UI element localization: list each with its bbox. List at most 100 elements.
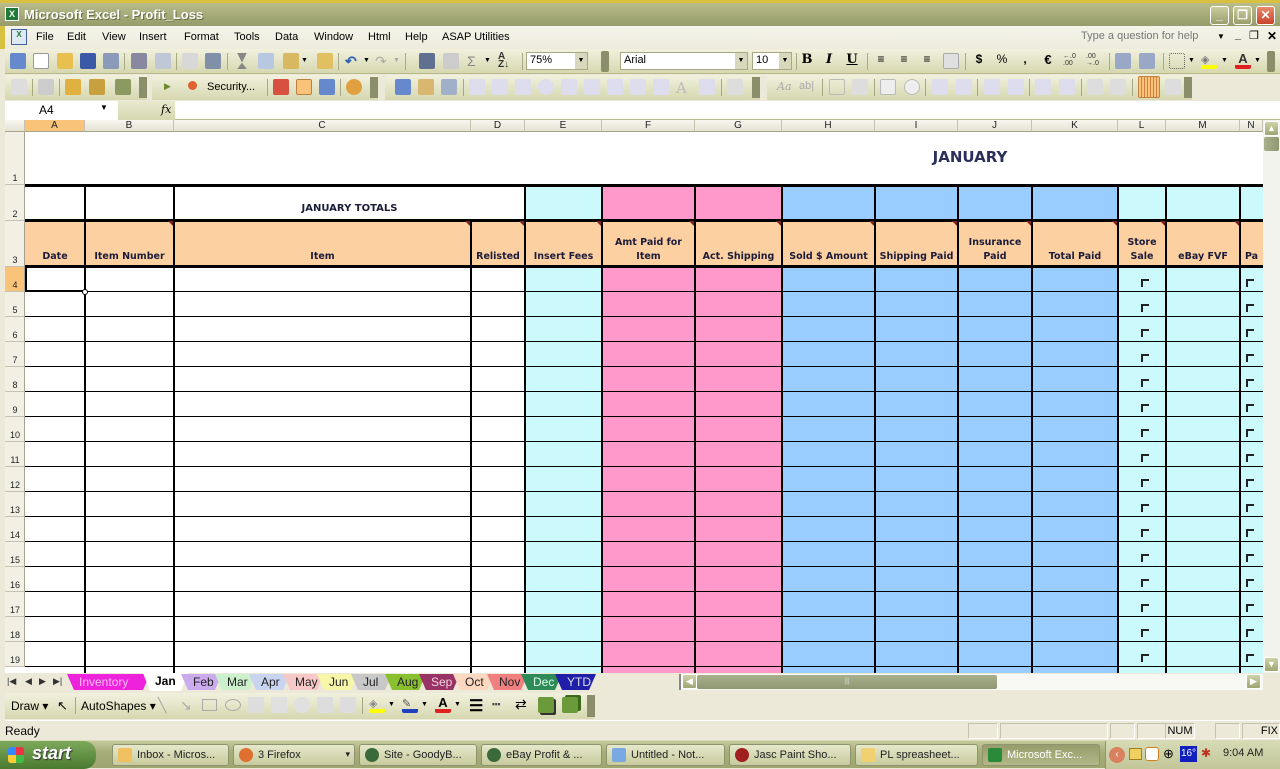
paid-checkbox[interactable] xyxy=(1246,429,1254,437)
sheet-tab-may[interactable]: May xyxy=(283,674,324,690)
menu-data[interactable]: Data xyxy=(275,31,298,43)
sheet-tab-jul[interactable]: Jul xyxy=(351,674,392,690)
prev-sheet-icon[interactable]: ◀ xyxy=(25,676,32,687)
sheet-tab-oct[interactable]: Oct xyxy=(453,674,494,690)
taskbar-item[interactable]: Inbox - Micros... xyxy=(112,744,229,766)
column-header-b[interactable]: B xyxy=(85,120,174,132)
line-icon[interactable]: ╲ xyxy=(158,697,166,714)
spin-button-icon[interactable] xyxy=(630,79,646,95)
euro-button[interactable]: € xyxy=(1039,52,1057,67)
run-dialog-icon[interactable] xyxy=(1165,79,1181,95)
row-header[interactable]: 4 xyxy=(5,267,25,292)
store-sale-checkbox[interactable] xyxy=(1141,504,1149,512)
format-painter-icon[interactable] xyxy=(317,53,333,69)
paid-checkbox[interactable] xyxy=(1246,329,1254,337)
allow-edit-ranges-icon[interactable] xyxy=(115,79,131,95)
oval-icon[interactable] xyxy=(225,699,241,711)
combo-dropdown-edit-icon[interactable] xyxy=(1008,79,1024,95)
share-icon[interactable] xyxy=(38,79,54,95)
selected-cell[interactable] xyxy=(25,266,86,292)
paid-checkbox[interactable] xyxy=(1246,529,1254,537)
insert-function-icon[interactable]: fx xyxy=(161,103,171,116)
wordart-icon[interactable] xyxy=(271,697,287,713)
column-header-g[interactable]: G xyxy=(695,120,782,132)
cut-icon[interactable] xyxy=(237,53,247,69)
totals-cell-h[interactable] xyxy=(782,185,875,221)
sheet-tab-inventory[interactable]: Inventory xyxy=(67,674,150,690)
button-icon[interactable] xyxy=(852,79,868,95)
arrow-icon[interactable]: ↘ xyxy=(180,697,192,714)
bold-button[interactable]: B xyxy=(798,52,816,67)
paid-checkbox[interactable] xyxy=(1246,379,1254,387)
name-box-dropdown-icon[interactable]: ▼ xyxy=(100,103,108,112)
sheet-tab-nov[interactable]: Nov xyxy=(487,674,528,690)
increase-decimal-icon[interactable]: ←.0.00 xyxy=(1063,53,1079,69)
zoom-select[interactable]: 75% ▼ xyxy=(526,52,588,70)
row-header[interactable]: 13 xyxy=(5,492,25,517)
draw-menu[interactable]: Draw ▾ xyxy=(11,699,48,713)
column-header-l[interactable]: L xyxy=(1118,120,1166,132)
arrow-style-icon[interactable]: ⇄ xyxy=(515,696,527,713)
font-select[interactable]: Arial ▼ xyxy=(620,52,748,70)
sort-ascending-icon[interactable]: A Z↓ xyxy=(498,52,514,70)
weather-tray-icon[interactable]: 16° xyxy=(1180,746,1197,762)
copy-icon[interactable] xyxy=(258,53,274,69)
security-button[interactable]: Security... xyxy=(207,81,255,93)
store-sale-checkbox[interactable] xyxy=(1141,329,1149,337)
excel-app-icon[interactable]: X xyxy=(5,7,19,21)
scroll-down-button[interactable]: ▼ xyxy=(1264,657,1279,672)
image-control-icon[interactable] xyxy=(699,79,715,95)
option-button-icon[interactable] xyxy=(904,79,920,95)
sheet-tab-sep[interactable]: Sep xyxy=(419,674,460,690)
doc-restore-button[interactable]: ❐ xyxy=(1249,29,1259,42)
listbox-icon[interactable] xyxy=(561,79,577,95)
menu-format[interactable]: Format xyxy=(184,31,219,43)
first-sheet-icon[interactable]: |◀ xyxy=(7,676,16,687)
vertical-scroll-thumb[interactable] xyxy=(1264,137,1279,151)
euro-converter-icon[interactable] xyxy=(419,53,435,69)
paid-checkbox[interactable] xyxy=(1246,404,1254,412)
taskbar-item[interactable]: Untitled - Not... xyxy=(606,744,725,766)
menu-html[interactable]: Html xyxy=(368,31,391,43)
totals-cell-n[interactable] xyxy=(1240,185,1263,221)
paid-checkbox[interactable] xyxy=(1246,604,1254,612)
toggle-grid-icon[interactable] xyxy=(1138,76,1160,98)
row-header[interactable]: 15 xyxy=(5,542,25,567)
comment-indicator[interactable] xyxy=(1234,221,1239,226)
comma-button[interactable]: , xyxy=(1016,52,1034,66)
comment-indicator[interactable] xyxy=(1160,221,1165,226)
paid-checkbox[interactable] xyxy=(1246,579,1254,587)
menu-file[interactable]: File xyxy=(36,31,54,43)
row-header[interactable]: 7 xyxy=(5,342,25,367)
control-properties-icon[interactable] xyxy=(1087,79,1103,95)
formula-input[interactable] xyxy=(175,101,1275,120)
row-header[interactable]: 16 xyxy=(5,567,25,592)
spelling-icon[interactable] xyxy=(182,53,198,69)
increase-indent-icon[interactable] xyxy=(1139,53,1155,69)
edit-box-icon[interactable]: ab| xyxy=(799,80,814,92)
fill-color-dropdown-icon[interactable]: ▼ xyxy=(1221,57,1228,64)
sheet-tab-feb[interactable]: Feb xyxy=(181,674,222,690)
save-icon[interactable] xyxy=(80,53,96,69)
redo-dropdown-icon[interactable]: ▼ xyxy=(393,57,400,64)
research-icon[interactable] xyxy=(205,53,221,69)
hyperlink-icon[interactable] xyxy=(443,53,459,69)
comment-indicator[interactable] xyxy=(776,221,781,226)
group-dropdown-icon[interactable]: ▾ xyxy=(345,749,350,760)
checkbox-control-icon[interactable] xyxy=(469,79,485,95)
comment-indicator[interactable] xyxy=(869,221,874,226)
label-control-icon[interactable]: A xyxy=(676,79,692,97)
paste-dropdown-icon[interactable]: ▼ xyxy=(301,57,308,64)
store-sale-checkbox[interactable] xyxy=(1141,304,1149,312)
store-sale-checkbox[interactable] xyxy=(1141,529,1149,537)
taskbar-item[interactable]: Microsoft Exc... xyxy=(982,744,1100,766)
font-color-icon[interactable]: A xyxy=(1235,52,1251,69)
column-header-f[interactable]: F xyxy=(602,120,695,132)
scrollbar-control-icon[interactable] xyxy=(653,79,669,95)
mail-tray-icon[interactable] xyxy=(1129,748,1142,760)
scroll-bar-icon[interactable] xyxy=(1035,79,1051,95)
design-mode-icon[interactable] xyxy=(395,79,411,95)
store-sale-checkbox[interactable] xyxy=(1141,429,1149,437)
more-controls-icon[interactable] xyxy=(727,79,743,95)
combo-list-edit-icon[interactable] xyxy=(984,79,1000,95)
